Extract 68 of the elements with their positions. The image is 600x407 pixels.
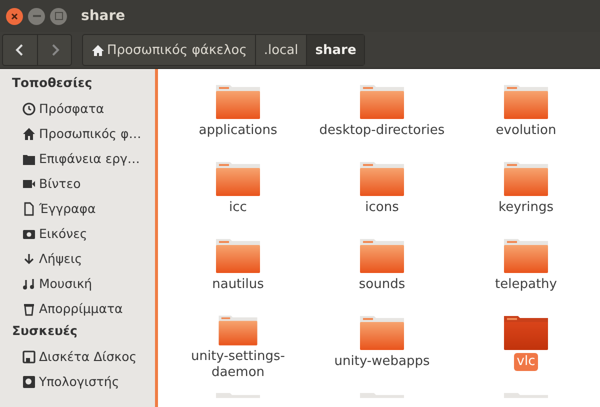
sidebar-item[interactable]: Προσωπικός φ… — [0, 121, 155, 146]
sidebar-item[interactable]: Πρόσφατα — [0, 96, 155, 121]
folder-icon — [503, 159, 549, 199]
sidebar-item[interactable]: Απορρίμματα — [0, 296, 155, 321]
folder-icon — [503, 313, 549, 353]
folder-name: keyrings — [498, 199, 554, 217]
folder-icon — [503, 236, 549, 276]
folder-name: icons — [364, 199, 400, 217]
sidebar-item[interactable]: Μουσική — [0, 271, 155, 296]
folder-name: unity-settings-daemon — [190, 348, 286, 382]
folder-icon — [215, 159, 261, 199]
maximize-button[interactable] — [50, 8, 67, 24]
music-icon — [22, 276, 36, 290]
folder-item[interactable]: keyrings — [454, 159, 598, 228]
close-button[interactable] — [6, 8, 23, 24]
download-icon — [22, 252, 36, 266]
folder-name: icc — [228, 199, 248, 217]
folder-name: sounds — [358, 276, 406, 294]
folder-icon — [359, 236, 405, 276]
back-icon — [15, 44, 25, 56]
section-heading: Συσκευές — [11, 323, 78, 340]
folder-icon — [215, 390, 261, 398]
folder-name: desktop-directories — [318, 122, 446, 140]
clock-icon — [22, 102, 36, 116]
computer-icon — [22, 374, 36, 388]
folder-item[interactable]: telepathy — [454, 236, 598, 305]
sidebar-item[interactable]: Υπολογιστής — [0, 369, 155, 394]
sidebar-item[interactable]: Λήψεις — [0, 246, 155, 271]
folder-name: unity-webapps — [333, 353, 431, 371]
sidebar-item[interactable]: Επιφάνεια εργ… — [0, 146, 155, 171]
path-button[interactable]: Προσωπικός φάκελος — [83, 35, 255, 65]
sidebar-item[interactable]: Βίντεο — [0, 171, 155, 196]
folder-icon — [359, 82, 405, 122]
home-icon — [91, 44, 105, 56]
folder-item[interactable]: unity-webapps — [310, 313, 454, 382]
sidebar-item[interactable]: Εικόνες — [0, 221, 155, 246]
folder-item[interactable]: icons — [310, 159, 454, 228]
folder-name: telepathy — [494, 276, 558, 294]
folder-icon — [359, 313, 405, 353]
folder-name: evolution — [494, 122, 558, 140]
folder-icon — [215, 82, 261, 122]
folder-item[interactable]: sounds — [310, 236, 454, 305]
folder-icon — [503, 390, 549, 398]
folder-icon — [215, 236, 261, 276]
home-icon — [22, 126, 36, 140]
document-icon — [22, 202, 36, 216]
close-icon — [11, 12, 18, 20]
path-button[interactable]: share — [306, 35, 364, 65]
folder-name: vlc — [514, 353, 538, 371]
forward-icon — [50, 44, 60, 56]
section-heading: Τοποθεσίες — [11, 75, 94, 92]
sidebar-item[interactable]: Δισκέτα Δίσκος — [0, 344, 155, 369]
folder-item[interactable]: nautilus — [166, 236, 310, 305]
folder-item[interactable]: applications — [166, 82, 310, 151]
folder-icon — [359, 390, 405, 398]
window-title: share — [81, 8, 126, 24]
folder-icon — [503, 82, 549, 122]
sidebar-item[interactable]: Έγγραφα — [0, 196, 155, 221]
folder-item[interactable]: icc — [166, 159, 310, 228]
floppy-icon — [22, 350, 36, 364]
folder-icon — [359, 159, 405, 199]
folder-item[interactable]: evolution — [454, 82, 598, 151]
folder-name: applications — [198, 122, 278, 140]
folder-name: nautilus — [211, 276, 265, 294]
folder-item[interactable]: unity-settings-daemon — [166, 313, 310, 382]
folder-item[interactable]: desktop-directories — [310, 82, 454, 151]
trash-icon — [22, 302, 36, 316]
minimize-button[interactable] — [28, 8, 45, 24]
